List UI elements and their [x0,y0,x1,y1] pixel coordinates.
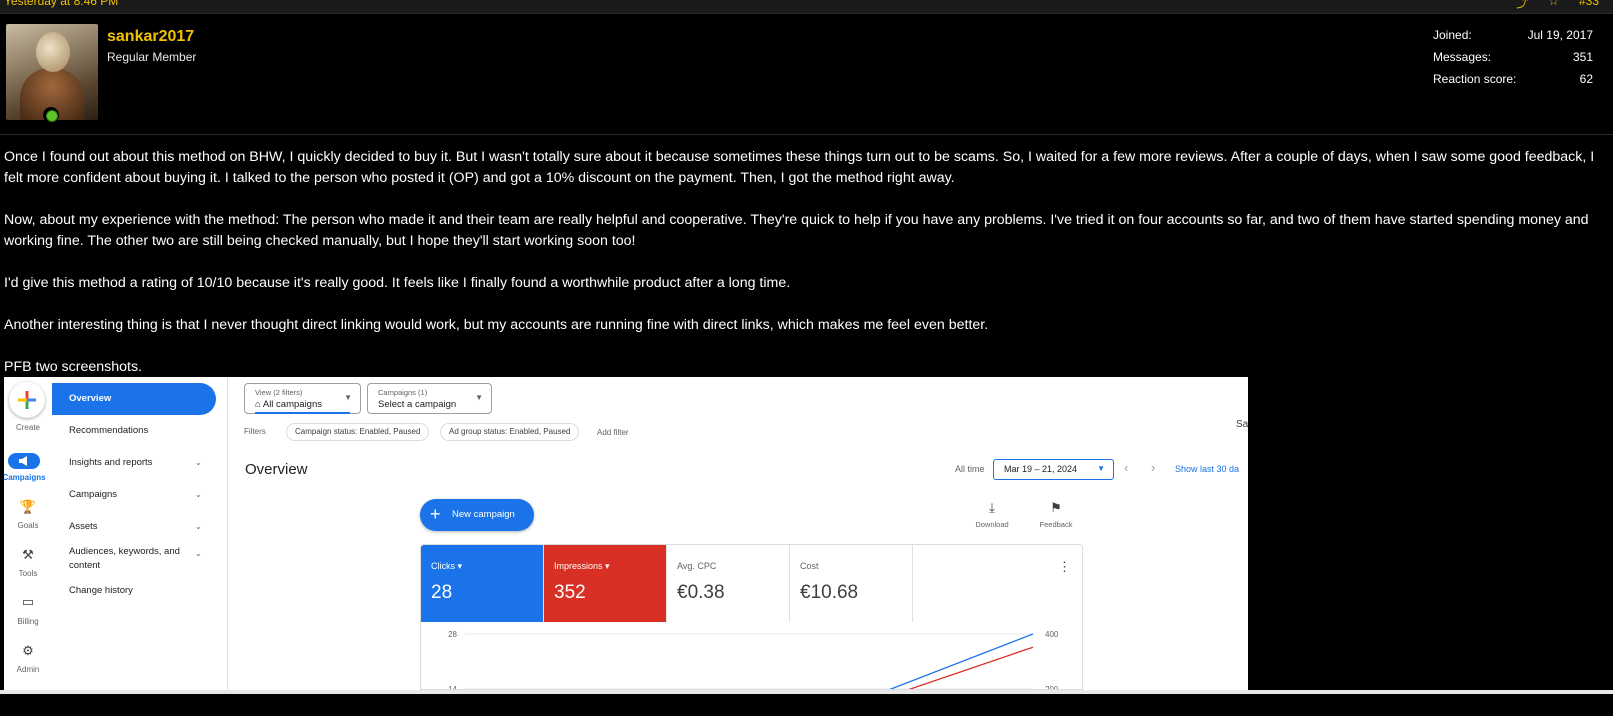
plus-icon [18,391,36,409]
new-campaign-button[interactable]: + New campaign [420,499,534,531]
performance-chart: 28 40014 200 [448,630,1059,689]
chevron-left-icon[interactable]: ‹ [1124,460,1128,475]
nav-item-insights[interactable]: Insights and reports [52,457,216,468]
online-status-icon [43,107,59,123]
caret-down-icon: ▼ [1097,464,1105,473]
post-paragraph: I'd give this method a rating of 10/10 b… [4,275,791,291]
plus-icon: + [430,504,441,524]
card-icon[interactable]: ▭ [4,594,52,610]
series-line-clicks [889,633,1034,689]
right-tick-label: 400 [1045,630,1059,639]
nav-item-assets[interactable]: Assets [52,521,216,532]
view-dropdown-value: ⌂ All campaigns [255,399,322,410]
side-rail: Create Campaigns 🏆 Goals ⚒ Tools ▭ Billi… [4,377,52,690]
share-icon[interactable]: ⤴ [1516,0,1528,11]
tools-icon[interactable]: ⚒ [4,547,52,563]
stat-messages: Messages: 351 [1433,50,1593,64]
rail-campaigns-pill[interactable] [8,453,40,469]
page-title: Overview [245,461,308,478]
user-stats: Joined: Jul 19, 2017 Messages: 351 React… [1433,28,1593,94]
bookmark-icon[interactable]: ☆ [1548,0,1559,11]
divider [0,134,1613,135]
nav-item-campaigns[interactable]: Campaigns [52,489,216,500]
panel-label[interactable]: Sa [1236,419,1248,430]
feedback-button[interactable]: ⚑ Feedback [1026,500,1086,529]
rail-label-admin[interactable]: Admin [4,665,52,674]
metric-clicks[interactable]: Clicks ▾ 28 [421,545,544,622]
post-paragraph: PFB two screenshots. [4,359,142,375]
page-bottom [0,690,1613,716]
metric-avg-cpc[interactable]: Avg. CPC €0.38 [667,545,790,622]
main-content: View (2 filters) ⌂ All campaigns ▼ Campa… [228,377,1248,690]
chevron-right-icon[interactable]: › [1151,460,1155,475]
nav-item-audiences-line2[interactable]: content [52,560,216,571]
caret-down-icon: ▾ [605,561,610,571]
caret-down-icon: ▾ [457,561,463,571]
create-button[interactable] [9,382,45,418]
nav-item-audiences[interactable]: Audiences, keywords, and [52,546,216,557]
nav-item-overview[interactable]: Overview [52,383,216,415]
username[interactable]: sankar2017 [107,28,194,46]
chevron-down-icon[interactable]: ⌄ [195,549,202,558]
user-title: Regular Member [107,50,197,64]
page-nav: Overview Recommendations Insights and re… [52,377,228,690]
stat-reaction-score: Reaction score: 62 [1433,72,1593,86]
trophy-icon[interactable]: 🏆 [4,499,52,515]
caret-down-icon: ▼ [344,393,352,402]
post-number[interactable]: #33 [1579,0,1599,11]
filters-label: Filters [244,427,266,436]
performance-card: Clicks ▾ 28 Impressions ▾ 352 Avg. CPC €… [420,544,1083,690]
show-last-30-days-link[interactable]: Show last 30 da [1175,464,1239,474]
rail-label-tools[interactable]: Tools [4,569,52,578]
all-time-label[interactable]: All time [955,464,985,474]
megaphone-icon [19,456,27,466]
chevron-down-icon[interactable]: ⌄ [195,522,202,531]
nav-item-recommendations[interactable]: Recommendations [52,425,216,436]
post-date[interactable]: Yesterday at 8:46 PM [4,0,118,8]
chevron-down-icon[interactable]: ⌄ [195,490,202,499]
filter-chip[interactable]: Ad group status: Enabled, Paused [440,423,580,441]
embedded-screenshot[interactable]: Create Campaigns 🏆 Goals ⚒ Tools ▭ Billi… [4,377,1248,690]
nav-item-change-history[interactable]: Change history [52,585,216,596]
post-meta-bar: Yesterday at 8:46 PM ⤴ ☆ #33 [0,0,1613,14]
post-paragraph: Another interesting thing is that I neve… [4,317,989,333]
caret-down-icon: ▼ [475,393,483,402]
rail-label-goals[interactable]: Goals [4,521,52,530]
feedback-icon: ⚑ [1050,500,1062,515]
gear-icon[interactable]: ⚙ [4,643,52,659]
metric-impressions[interactable]: Impressions ▾ 352 [544,545,667,622]
view-dropdown[interactable]: View (2 filters) ⌂ All campaigns ▼ [244,383,361,414]
post-paragraph: Now, about my experience with the method… [4,212,1589,249]
campaign-dropdown[interactable]: Campaigns (1) Select a campaign ▼ [367,383,492,414]
download-button[interactable]: ⤓ Download [962,500,1022,529]
avatar[interactable] [6,24,98,120]
rail-label-campaigns[interactable]: Campaigns [4,473,48,482]
more-options-icon[interactable]: ⋮ [1058,559,1071,575]
filter-chip[interactable]: Campaign status: Enabled, Paused [286,423,430,441]
post-actions: ⤴ ☆ #33 [1516,0,1599,11]
rail-label-create: Create [15,423,40,432]
post-paragraph: Once I found out about this method on BH… [4,149,1595,186]
post-body: Once I found out about this method on BH… [4,147,1604,399]
left-tick-label: 28 [448,630,457,639]
chevron-down-icon[interactable]: ⌄ [195,458,202,467]
download-icon: ⤓ [989,500,995,515]
add-filter-button[interactable]: Add filter [597,428,629,437]
metric-cost[interactable]: Cost €10.68 [790,545,913,622]
series-line-impressions [908,646,1034,689]
stat-joined: Joined: Jul 19, 2017 [1433,28,1593,42]
rail-label-billing[interactable]: Billing [4,617,52,626]
date-range-picker[interactable]: Mar 19 – 21, 2024 ▼ [993,459,1114,480]
